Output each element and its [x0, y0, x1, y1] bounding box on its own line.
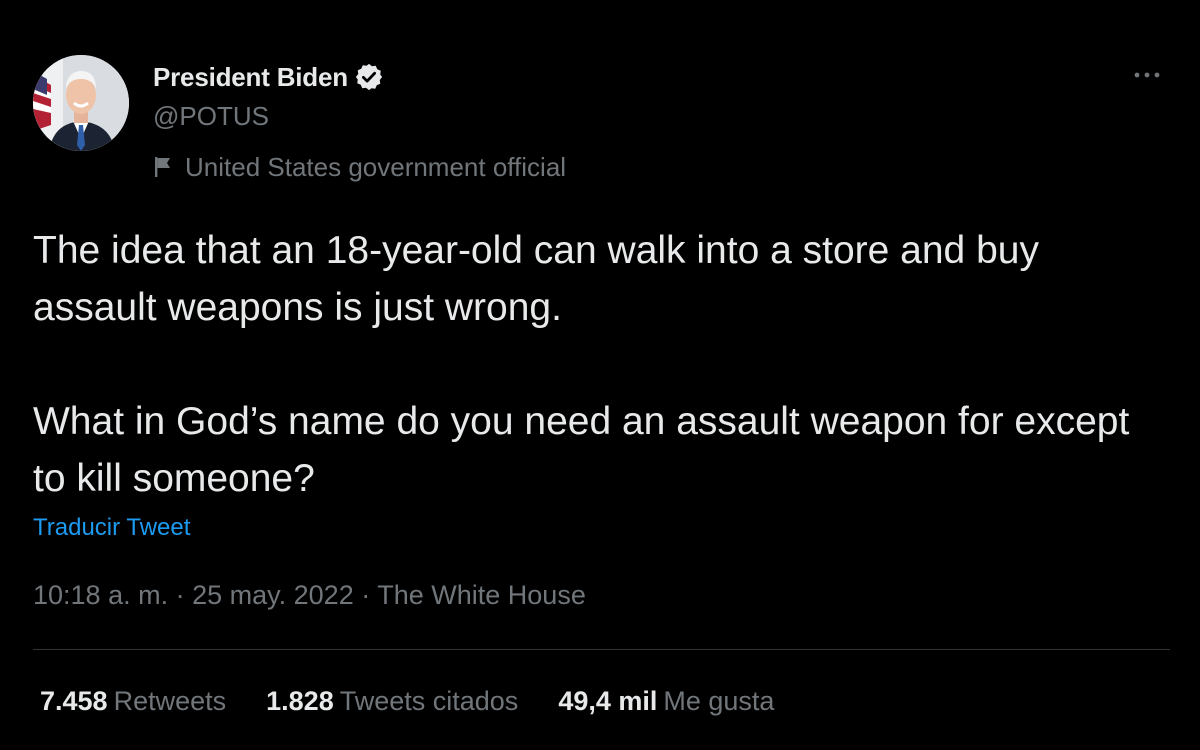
likes-stat[interactable]: 49,4 mil Me gusta: [558, 686, 774, 717]
avatar-image: [33, 55, 129, 151]
verified-badge-icon: [354, 62, 384, 92]
meta-separator: ·: [175, 580, 193, 610]
tweet-text: The idea that an 18-year-old can walk in…: [33, 222, 1167, 507]
retweets-count: 7.458: [40, 686, 108, 716]
divider: [33, 649, 1170, 650]
gov-label-row: United States government official: [153, 149, 566, 185]
retweets-label: Retweets: [113, 686, 227, 716]
tweet-card: President Biden @POTUS United States gov: [0, 0, 1200, 750]
author-handle[interactable]: @POTUS: [153, 98, 566, 134]
author-name[interactable]: President Biden: [153, 62, 348, 93]
retweets-stat[interactable]: 7.458 Retweets: [40, 686, 226, 717]
translate-tweet-link[interactable]: Traducir Tweet: [33, 514, 190, 542]
avatar[interactable]: [33, 55, 129, 151]
quotes-label: Tweets citados: [339, 686, 519, 716]
tweet-date[interactable]: 25 may. 2022: [192, 580, 354, 610]
tweet-source[interactable]: The White House: [377, 580, 586, 610]
likes-label: Me gusta: [663, 686, 775, 716]
quotes-count: 1.828: [266, 686, 334, 716]
tweet-time[interactable]: 10:18 a. m.: [33, 580, 168, 610]
name-row: President Biden: [153, 58, 566, 96]
tweet-header: President Biden @POTUS United States gov: [33, 55, 1167, 185]
tweet-stats: 7.458 Retweets 1.828 Tweets citados 49,4 m…: [40, 686, 814, 717]
more-dots-icon: [1134, 72, 1160, 78]
gov-label: United States government official: [185, 151, 567, 182]
more-button[interactable]: [1127, 55, 1167, 95]
tweet-meta: 10:18 a. m. · 25 may. 2022 · The White H…: [33, 580, 586, 611]
tweet-paragraph: What in God’s name do you need an assaul…: [33, 400, 1130, 500]
tweet-paragraph: The idea that an 18-year-old can walk in…: [33, 229, 1039, 329]
meta-separator: ·: [361, 580, 378, 610]
quotes-stat[interactable]: 1.828 Tweets citados: [266, 686, 518, 717]
flag-icon: [153, 156, 173, 178]
likes-count: 49,4 mil: [558, 686, 658, 716]
author-identity: President Biden @POTUS United States gov: [153, 58, 566, 185]
